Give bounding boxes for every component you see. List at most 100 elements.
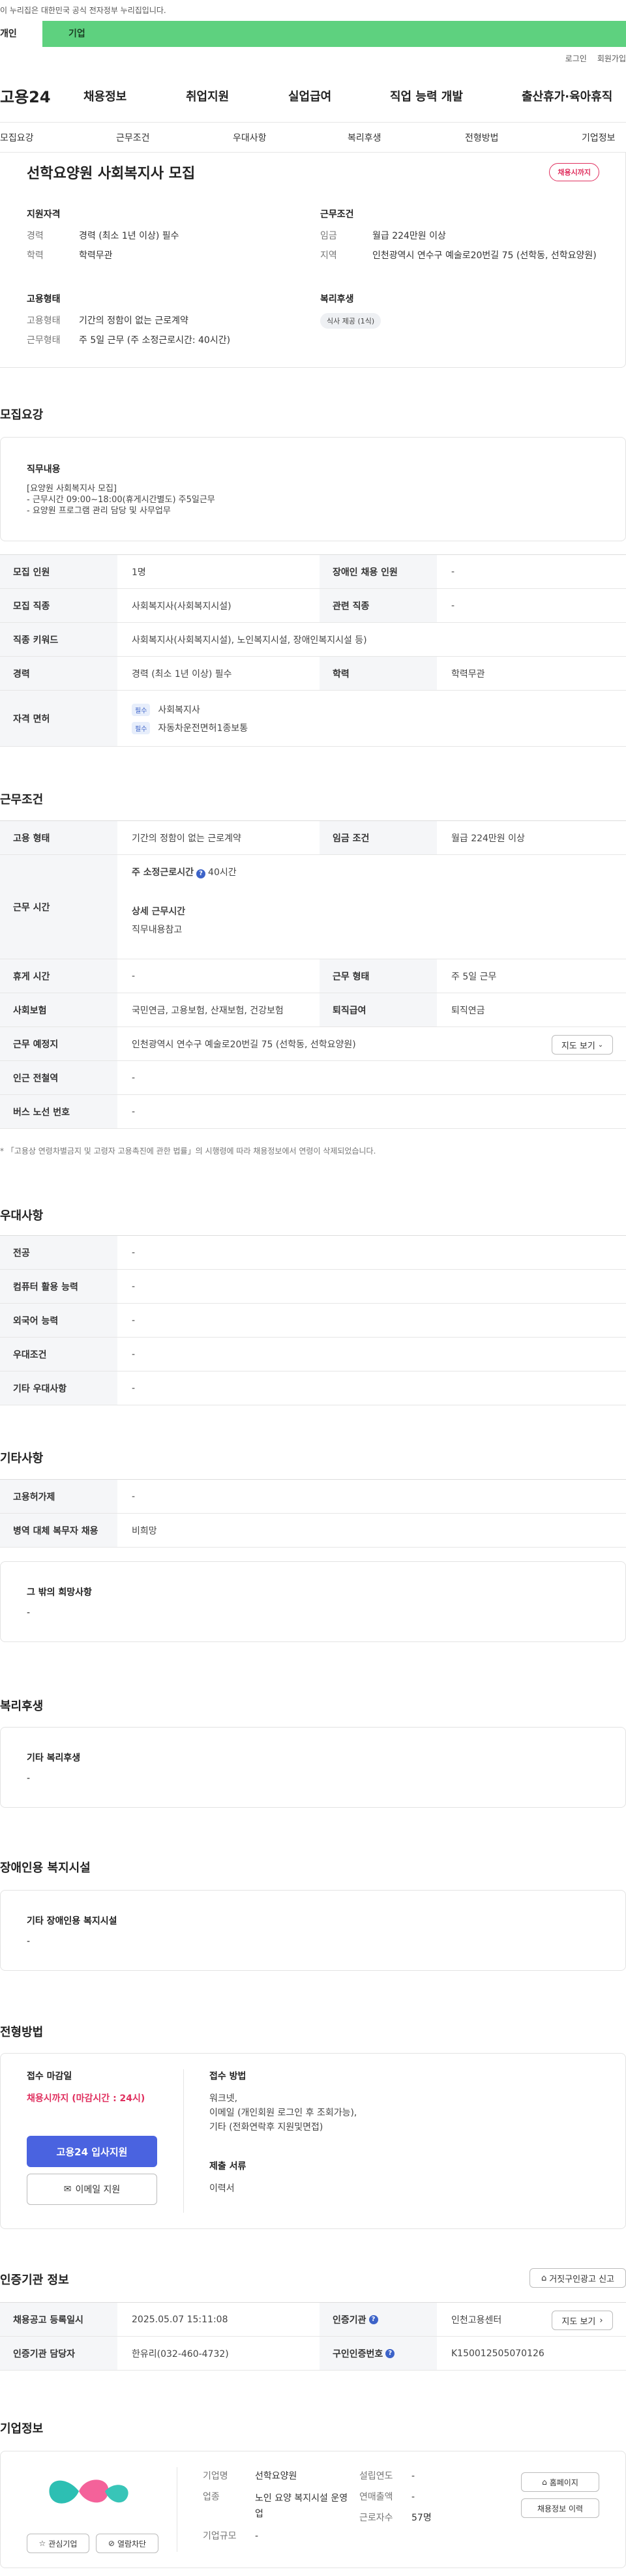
subnav-selection[interactable]: 전형방법 — [465, 131, 499, 144]
email-apply-button[interactable]: ✉ 이메일 지원 — [27, 2174, 157, 2205]
table-row: 채용공고 등록일시 2025.05.07 15:11:08 인증기관? 인천고용센터… — [0, 2303, 626, 2337]
subnav-company[interactable]: 기업정보 — [582, 131, 616, 144]
table-row: 자격 면허 필수 사회복지사 필수 자동차운전면허1종보통 — [0, 691, 626, 747]
page-title: 선학요양원 사회복지사 모집 — [27, 166, 196, 182]
agency-heading: 인증기관 정보 — [0, 2273, 69, 2287]
summary-work-form: 근무형태 주 5일 근무 (주 소정근로시간: 40시간) — [27, 335, 231, 346]
table-row: 기타 우대사항 - — [0, 1371, 626, 1405]
apply-methods: 워크넷, 이메일 (개인회원 로그인 후 조회가능), 기타 (전화연락후 지원… — [209, 2093, 357, 2133]
table-row: 인증기관 담당자 한유리(032-460-4732) 구인인증번호? K150012… — [0, 2337, 626, 2371]
subnav-welfare[interactable]: 복리후생 — [348, 131, 381, 144]
gnb-unemployment-benefit[interactable]: 실업급여 — [288, 87, 331, 104]
star-icon: ☆ — [38, 2539, 46, 2548]
table-row: 모집 인원 1명 장애인 채용 인원 - — [0, 555, 626, 589]
other-wish-box: 그 밖의 희망사항 - — [0, 1561, 626, 1642]
chevron-right-icon: › — [599, 2315, 603, 2326]
duty-box: 직무내용 [요양원 사회복지사 모집] - 근무시간 09:00~18:00(휴… — [0, 437, 626, 541]
favorite-company-button[interactable]: ☆ 관심기업 — [27, 2534, 89, 2553]
gnb-jobs[interactable]: 채용정보 — [83, 87, 127, 104]
license-list: 필수 사회복지사 필수 자동차운전면허1종보통 — [117, 691, 262, 746]
gnb-parental-leave[interactable]: 출산휴가·육아휴직 — [522, 87, 612, 104]
homepage-button[interactable]: ⌂ 홈페이지 — [521, 2472, 599, 2492]
table-row: 인근 전철역 - — [0, 1061, 626, 1095]
company-box: ☆ 관심기업 ⊘ 열람차단 기업명 선학요양원 업종 노인 요양 복지시설 운영업 기업… — [0, 2451, 626, 2568]
table-row: 모집 직종 사회복지사(사회복지시설) 관련 직종 - — [0, 589, 626, 623]
divider — [183, 2069, 184, 2213]
duty-heading: 직무내용 — [27, 464, 61, 475]
map-button[interactable]: 지도 보기 ⌄ — [552, 1035, 613, 1055]
deadline-value: 채용시까지 (마감시간 : 24시) — [27, 2093, 145, 2104]
home-icon: ⌂ — [542, 2478, 547, 2487]
recruit-heading: 모집요강 — [0, 408, 44, 422]
company-heading: 기업정보 — [0, 2422, 44, 2436]
info-icon[interactable]: ? — [196, 869, 206, 878]
table-row: 병역 대체 복무자 채용 비희망 — [0, 1514, 626, 1548]
apply-button[interactable]: 고용24 입사지원 — [27, 2136, 157, 2167]
conditions-table: 고용 형태 기간의 정함이 없는 근로계약 임금 조건 월급 224만원 이상 근무… — [0, 820, 626, 1129]
etc-table: 고용허가제 - 병역 대체 복무자 채용 비희망 — [0, 1479, 626, 1548]
mail-icon: ✉ — [63, 2184, 72, 2194]
section-nav: 모집요강 근무조건 우대사항 복리후생 전형방법 기업정보 — [0, 123, 626, 153]
signup-link[interactable]: 회원가입 — [597, 53, 626, 64]
site-logo[interactable]: 고용24 — [0, 84, 83, 107]
block-icon: ⊘ — [108, 2539, 115, 2548]
company-name: 기업명 선학요양원 — [203, 2471, 297, 2481]
preference-table: 전공 - 컴퓨터 활용 능력 - 외국어 능력 - 우대조건 - 기타 우대사항 - — [0, 1235, 626, 1405]
table-row: 경력 경력 (최소 1년 이상) 필수 학력 학력무관 — [0, 657, 626, 691]
login-link[interactable]: 로그인 — [565, 53, 587, 64]
subnav-preference[interactable]: 우대사항 — [233, 131, 267, 144]
table-row: 고용 형태 기간의 정함이 없는 근로계약 임금 조건 월급 224만원 이상 — [0, 821, 626, 855]
table-row: 근무 시간 주 소정근로시간? 40시간 상세 근무시간 직무내용참고 — [0, 855, 626, 959]
selection-box: 접수 마감일 채용시까지 (마감시간 : 24시) 고용24 입사지원 ✉ 이메일… — [0, 2053, 626, 2229]
gnb-job-training[interactable]: 직업 능력 개발 — [390, 87, 463, 104]
gov-banner: 이 누리집은 대한민국 공식 전자정부 누리집입니다. — [0, 0, 626, 21]
summary-career: 경력 경력 (최소 1년 이상) 필수 — [27, 231, 179, 241]
subnav-recruit[interactable]: 모집요강 — [0, 131, 34, 144]
summary-education: 학력 학력무관 — [27, 250, 113, 261]
info-icon[interactable]: ? — [385, 2348, 395, 2358]
company-established: 설립연도 - — [359, 2471, 415, 2481]
tab-personal[interactable]: 개인 — [0, 21, 42, 47]
company-employees: 근로자수 57명 — [359, 2513, 432, 2523]
company-industry: 업종 노인 요양 복지시설 운영업 — [203, 2492, 348, 2519]
chevron-down-icon: ⌄ — [597, 1041, 604, 1049]
tab-company[interactable]: 기업 — [42, 21, 626, 47]
disabled-heading: 장애인용 복지시설 — [0, 1861, 91, 1875]
summary-wage: 임금 월급 224만원 이상 — [320, 231, 446, 241]
agency-map-button[interactable]: 지도 보기 › — [552, 2311, 613, 2330]
gnb-employment-support[interactable]: 취업지원 — [186, 87, 229, 104]
welfare-chip: 식사 제공 (1식) — [320, 313, 381, 329]
info-icon[interactable]: ? — [368, 2314, 378, 2324]
table-row: 버스 노선 번호 - — [0, 1095, 626, 1129]
table-row: 전공 - — [0, 1236, 626, 1270]
status-badge: 채용시까지 — [549, 163, 599, 181]
qualification-heading: 지원자격 — [27, 209, 61, 220]
disabled-box: 기타 장애인용 복지시설 - — [0, 1890, 626, 1971]
user-type-tabs: 개인 기업 — [0, 21, 626, 47]
job-history-button[interactable]: 채용정보 이력 — [521, 2498, 599, 2518]
subnav-conditions[interactable]: 근무조건 — [116, 131, 150, 144]
block-company-button[interactable]: ⊘ 열람차단 — [96, 2534, 158, 2553]
welfare-box: 기타 복리후생 - — [0, 1727, 626, 1808]
conditions-heading: 근무조건 — [0, 793, 44, 807]
report-button[interactable]: ⌂ 거짓구인광고 신고 — [529, 2268, 626, 2288]
age-note: * 「고용상 연령차별금지 및 고령자 고용촉진에 관한 법률」의 시행령에 따… — [0, 1146, 376, 1156]
table-row: 휴게 시간 - 근무 형태 주 5일 근무 — [0, 959, 626, 993]
table-row: 근무 예정지 인천광역시 연수구 예술로20번길 75 (선학동, 선학요양원) … — [0, 1027, 626, 1061]
table-row: 사회보험 국민연금, 고용보험, 산재보험, 건강보험 퇴직급여 퇴직연금 — [0, 993, 626, 1027]
recruit-table: 모집 인원 1명 장애인 채용 인원 - 모집 직종 사회복지사(사회복지시설) 관련… — [0, 554, 626, 747]
etc-heading: 기타사항 — [0, 1452, 44, 1465]
welfare-heading: 복리후생 — [320, 294, 354, 305]
summary-employment-type: 고용형태 기간의 정함이 없는 근로계약 — [27, 316, 188, 326]
global-nav: 고용24 채용정보 취업지원 실업급여 직업 능력 개발 출산휴가·육아휴직 — [0, 69, 626, 123]
table-row: 고용허가제 - — [0, 1480, 626, 1514]
employment-type-heading: 고용형태 — [27, 294, 61, 305]
company-size: 기업규모 - — [203, 2531, 259, 2541]
work-hours-detail: 주 소정근로시간? 40시간 상세 근무시간 직무내용참고 — [132, 867, 237, 935]
company-sales: 연매출액 - — [359, 2492, 415, 2502]
summary-location: 지역 인천광역시 연수구 예술로20번길 75 (선학동, 선학요양원) — [320, 250, 597, 261]
selection-heading: 전형방법 — [0, 2026, 44, 2039]
table-row: 외국어 능력 - — [0, 1304, 626, 1338]
home-icon: ⌂ — [541, 2273, 547, 2283]
table-row: 우대조건 - — [0, 1338, 626, 1371]
